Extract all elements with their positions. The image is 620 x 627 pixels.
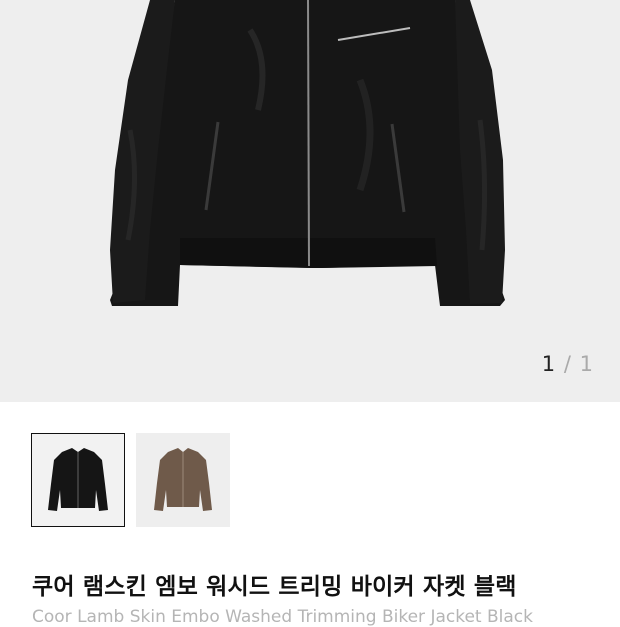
pager-current: 1 (541, 352, 557, 376)
product-title: 쿠어 램스킨 엠보 워시드 트리밍 바이커 자켓 블랙 (32, 574, 517, 600)
pager-total: 1 (579, 352, 594, 376)
thumbnail-black-jacket-image (48, 448, 108, 511)
product-image-black-jacket (110, 0, 505, 306)
product-subtitle: Coor Lamb Skin Embo Washed Trimming Bike… (32, 607, 533, 627)
thumbnail-brown[interactable] (136, 433, 230, 527)
thumbnail-brown-jacket-image (154, 448, 212, 511)
pager-separator: / (563, 352, 572, 376)
image-pager: 1 / 1 (542, 352, 594, 376)
thumbnail-black[interactable] (31, 433, 125, 527)
product-image-gallery[interactable]: 1 / 1 (0, 0, 620, 402)
